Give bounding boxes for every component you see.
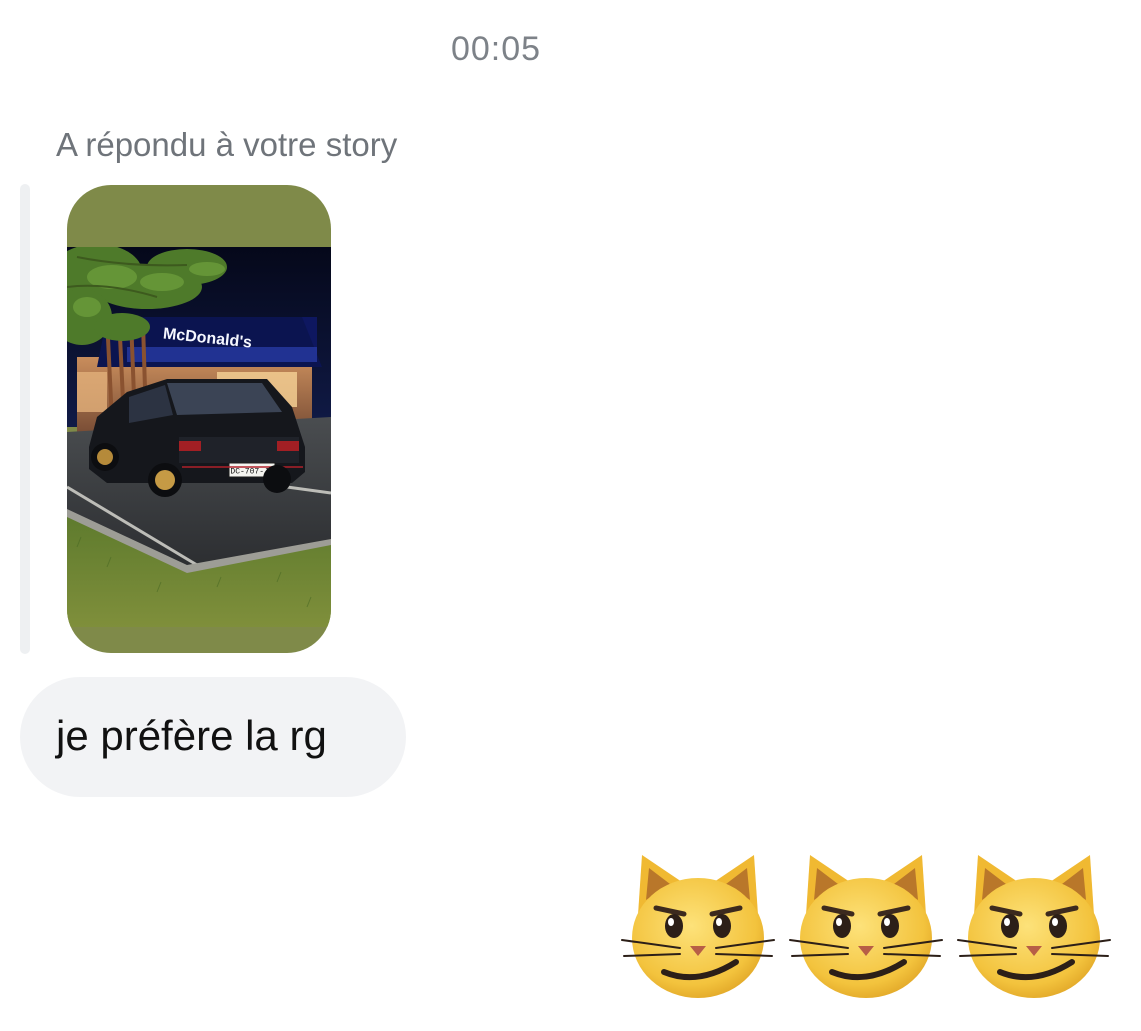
message-thread: { "thread": { "timestamp": "00:05", "sto…: [0, 0, 1141, 1031]
message-text: je préfère la rg: [56, 712, 327, 759]
reply-indicator-bar: [20, 184, 30, 654]
story-photo: McDonald's DC-707-JA: [67, 247, 331, 627]
message-bubble[interactable]: je préfère la rg: [20, 677, 406, 797]
smirking-cat-emoji-icon: [956, 850, 1112, 1000]
story-thumbnail[interactable]: McDonald's DC-707-JA: [67, 185, 331, 653]
smirking-cat-emoji-icon: [788, 850, 944, 1000]
timestamp: 00:05: [450, 30, 542, 68]
smirking-cat-emoji-icon: [620, 850, 776, 1000]
story-reply-label: A répondu à votre story: [56, 126, 398, 163]
sent-emoji-message[interactable]: [620, 850, 1120, 1010]
